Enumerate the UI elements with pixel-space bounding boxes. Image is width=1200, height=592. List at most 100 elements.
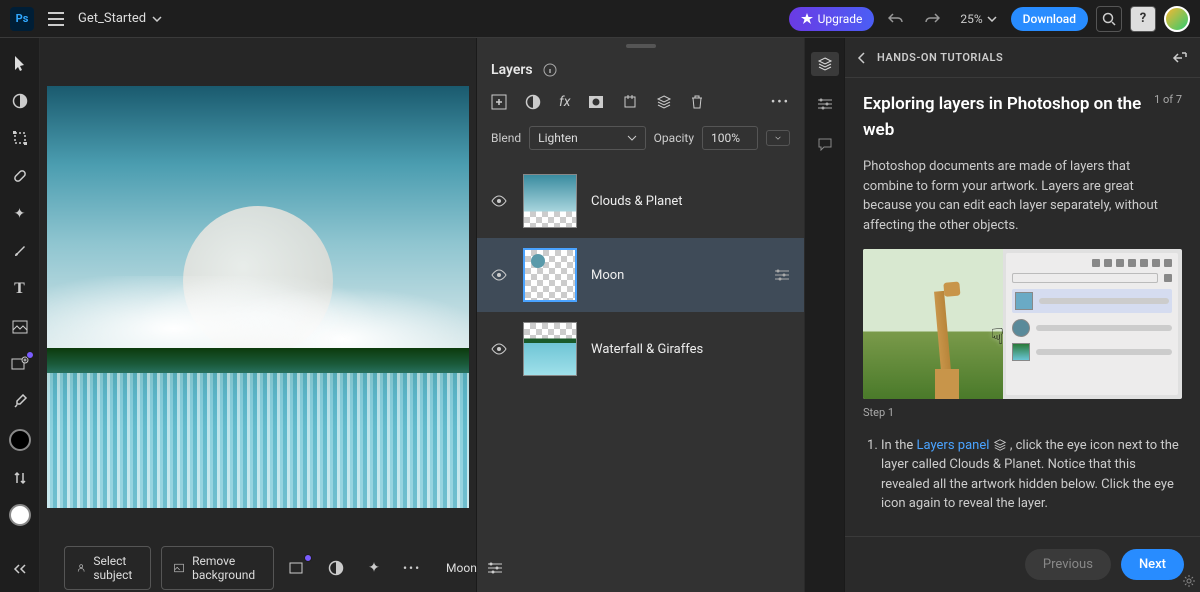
clip-icon[interactable] (622, 94, 638, 110)
opacity-label: Opacity (654, 131, 694, 145)
active-layer-label: Moon (446, 561, 477, 575)
heal-tool[interactable] (6, 165, 34, 187)
remove-background-button[interactable]: Remove background (161, 546, 274, 590)
layer-options-icon[interactable] (774, 269, 790, 281)
app-logo[interactable]: Ps (10, 7, 34, 31)
add-image-tool[interactable] (6, 353, 34, 375)
trash-icon[interactable] (690, 94, 704, 110)
layers-dock-icon[interactable] (811, 52, 839, 76)
opacity-value: 100% (711, 131, 740, 145)
tutorial-step-count: 1 of 7 (1142, 92, 1182, 109)
user-avatar[interactable] (1164, 6, 1190, 32)
cursor-icon: ☟ (991, 321, 1004, 354)
opacity-dropdown[interactable] (766, 130, 790, 146)
tutorial-footer: Previous Next (845, 536, 1200, 592)
adjust-tool[interactable] (6, 90, 34, 112)
download-button[interactable]: Download (1011, 7, 1088, 31)
layer-list: Clouds & Planet Moon Waterfall & Giraffe… (477, 156, 804, 592)
remove-bg-label: Remove background (192, 554, 261, 582)
settings-icon[interactable] (1182, 574, 1196, 588)
sparkle-button[interactable]: ✦ (360, 556, 388, 580)
layers-panel-link[interactable]: Layers panel (916, 438, 989, 453)
layer-thumbnail (523, 322, 577, 376)
chevron-down-icon (627, 135, 637, 141)
step-label: Step 1 (863, 405, 1182, 422)
person-icon (77, 561, 85, 575)
upgrade-button[interactable]: Upgrade (789, 7, 875, 31)
hamburger-icon[interactable] (42, 5, 70, 33)
layer-row[interactable]: Clouds & Planet (477, 164, 804, 238)
top-bar: Ps Get_Started Upgrade 25% Download ? (0, 0, 1200, 38)
collapse-toolbar[interactable] (6, 558, 34, 580)
ai-button[interactable] (284, 556, 312, 580)
eyedropper-tool[interactable] (6, 391, 34, 413)
help-button[interactable]: ? (1130, 6, 1156, 32)
text-tool[interactable]: T (6, 278, 34, 300)
search-button[interactable] (1096, 6, 1122, 32)
foreground-color[interactable] (6, 429, 34, 451)
blend-value: Lighten (538, 131, 578, 145)
layer-name: Clouds & Planet (591, 194, 790, 209)
canvas-area: Select subject Remove background ✦ ••• M… (40, 38, 476, 592)
tutorial-breadcrumb: HANDS-ON TUTORIALS (877, 51, 1003, 64)
opacity-input[interactable]: 100% (702, 126, 758, 150)
brush-tool[interactable] (6, 240, 34, 262)
tutorial-description: Photoshop documents are made of layers t… (863, 157, 1182, 235)
expand-icon[interactable] (1172, 51, 1188, 65)
previous-button[interactable]: Previous (1025, 549, 1111, 580)
select-subject-label: Select subject (93, 554, 138, 582)
star-icon (801, 13, 813, 25)
chevron-down-icon (775, 135, 781, 141)
tutorial-step-item: In the Layers panel , click the eye icon… (881, 436, 1182, 514)
layer-options-button[interactable] (487, 556, 503, 580)
undo-button[interactable] (882, 5, 910, 33)
next-button[interactable]: Next (1121, 549, 1184, 580)
visibility-toggle[interactable] (491, 269, 509, 281)
layers-panel: Layers fx ••• Blend Lighten Opacity 100% (476, 38, 804, 592)
add-layer-icon[interactable] (491, 94, 507, 110)
panel-drag-handle[interactable] (477, 38, 804, 54)
download-label: Download (1023, 12, 1076, 26)
chevron-down-icon (152, 16, 162, 22)
panel-more-icon[interactable]: ••• (771, 95, 790, 110)
visibility-toggle[interactable] (491, 195, 509, 207)
search-icon (1102, 12, 1116, 26)
magic-tool[interactable]: ✦ (6, 203, 34, 225)
comments-dock-icon[interactable] (811, 132, 839, 156)
layer-row[interactable]: Waterfall & Giraffes (477, 312, 804, 386)
swap-colors[interactable] (6, 467, 34, 489)
adjust-button[interactable] (322, 556, 350, 580)
canvas-toolbar: Select subject Remove background ✦ ••• M… (40, 544, 476, 592)
adjust-layer-icon[interactable] (525, 94, 541, 110)
layer-name: Waterfall & Giraffes (591, 342, 790, 357)
redo-button[interactable] (918, 5, 946, 33)
crop-tool[interactable] (6, 127, 34, 149)
layer-row[interactable]: Moon (477, 238, 804, 312)
back-icon[interactable] (857, 51, 867, 65)
visibility-toggle[interactable] (491, 343, 509, 355)
blend-mode-select[interactable]: Lighten (529, 126, 646, 150)
document-name-dropdown[interactable]: Get_Started (78, 11, 162, 26)
move-tool[interactable] (6, 52, 34, 74)
tutorial-header: HANDS-ON TUTORIALS (845, 38, 1200, 78)
mask-icon[interactable] (588, 95, 604, 109)
image-tool[interactable] (6, 316, 34, 338)
fx-icon[interactable]: fx (559, 94, 570, 110)
zoom-dropdown[interactable]: 25% (960, 12, 996, 26)
zoom-label: 25% (960, 12, 982, 26)
stack-icon[interactable] (656, 94, 672, 110)
stack-icon (993, 438, 1007, 452)
left-toolbar: ✦ T (0, 38, 40, 592)
properties-dock-icon[interactable] (811, 92, 839, 116)
more-button[interactable]: ••• (398, 556, 426, 580)
image-minus-icon (174, 561, 184, 575)
select-subject-button[interactable]: Select subject (64, 546, 151, 590)
blend-label: Blend (491, 131, 521, 145)
background-color[interactable] (6, 504, 34, 526)
document-name-label: Get_Started (78, 11, 146, 26)
tutorial-illustration: ☟ (863, 249, 1182, 399)
right-dock (804, 38, 844, 592)
canvas[interactable] (47, 86, 469, 508)
info-icon[interactable] (543, 63, 557, 77)
upgrade-label: Upgrade (818, 12, 863, 26)
